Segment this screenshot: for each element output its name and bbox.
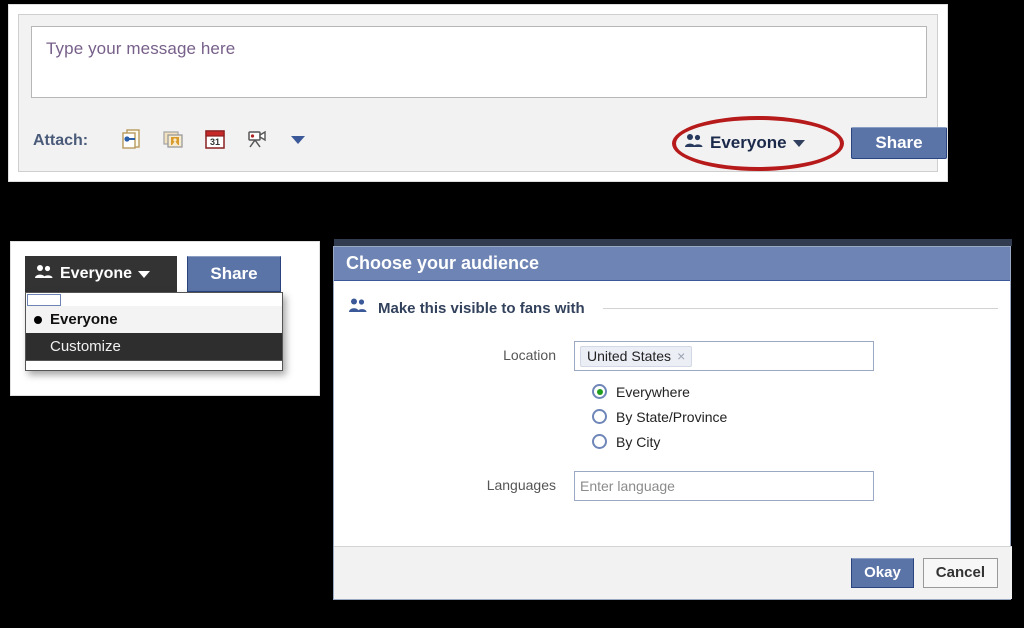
photo-icon[interactable] <box>161 127 185 151</box>
languages-input[interactable]: Enter language <box>574 471 874 501</box>
radio-label: By State/Province <box>616 408 728 425</box>
radio-everywhere[interactable]: Everywhere <box>592 379 727 404</box>
radio-icon <box>592 384 607 399</box>
location-scope-radio-group: Everywhere By State/Province By City <box>592 379 727 454</box>
link-icon[interactable] <box>119 127 143 151</box>
section-header: Make this visible to fans with <box>348 297 998 320</box>
dialog-body: Make this visible to fans with Location … <box>334 281 1010 546</box>
radio-icon <box>592 434 607 449</box>
menu-item-label: Customize <box>50 338 121 355</box>
radio-label: Everywhere <box>616 383 690 400</box>
section-header-label: Make this visible to fans with <box>378 300 585 317</box>
radio-by-city[interactable]: By City <box>592 429 727 454</box>
choose-audience-dialog: Choose your audience Make this visible t… <box>333 239 1012 600</box>
audience-selector-open[interactable]: Everyone <box>25 256 177 292</box>
menu-focus-indicator <box>27 294 61 306</box>
radio-icon <box>592 409 607 424</box>
close-icon[interactable]: × <box>677 348 685 364</box>
message-placeholder: Type your message here <box>46 39 236 58</box>
dialog-background-strip <box>334 239 1012 246</box>
radio-label: By City <box>616 433 661 450</box>
dialog-title: Choose your audience <box>346 253 540 273</box>
chevron-down-icon <box>792 139 805 147</box>
menu-item-everyone[interactable]: Everyone <box>26 306 282 333</box>
audience-label: Everyone <box>60 265 133 282</box>
people-icon <box>684 133 704 154</box>
composer-inner: Type your message here Attach: 31 Everyo… <box>18 14 947 172</box>
location-field-row: Location United States × <box>394 341 874 371</box>
dialog-footer: Okay Cancel <box>334 546 1012 599</box>
menu-item-customize[interactable]: Customize <box>26 333 282 360</box>
radio-by-state-province[interactable]: By State/Province <box>592 404 727 429</box>
location-input[interactable]: United States × <box>574 341 874 371</box>
video-icon[interactable] <box>245 127 269 151</box>
menu-item-label: Everyone <box>50 311 118 328</box>
chevron-down-icon <box>138 270 151 278</box>
location-token[interactable]: United States × <box>580 345 693 367</box>
calendar-icon[interactable]: 31 <box>203 127 227 151</box>
share-button[interactable]: Share <box>851 127 947 159</box>
section-divider <box>602 308 998 309</box>
audience-label: Everyone <box>710 133 787 152</box>
cancel-button[interactable]: Cancel <box>922 558 998 588</box>
calendar-day: 31 <box>210 137 220 147</box>
audience-dropdown-panel: Everyone Share Everyone Customize <box>10 241 320 396</box>
languages-label: Languages <box>486 477 556 493</box>
audience-menu: Everyone Customize <box>25 292 283 371</box>
chevron-down-icon[interactable] <box>291 136 305 144</box>
menu-bottom-strip <box>26 360 282 370</box>
people-icon <box>34 264 54 285</box>
composer-panel: Type your message here Attach: 31 Everyo… <box>8 4 948 182</box>
languages-field-row: Languages Enter language <box>394 471 874 501</box>
location-label: Location <box>503 347 556 363</box>
location-token-label: United States <box>587 347 672 364</box>
languages-placeholder: Enter language <box>580 478 675 494</box>
share-button[interactable]: Share <box>187 256 281 292</box>
okay-button[interactable]: Okay <box>851 558 914 588</box>
audience-selector[interactable]: Everyone <box>684 128 805 158</box>
message-input[interactable]: Type your message here <box>31 26 927 98</box>
selected-bullet-icon <box>34 315 42 324</box>
dialog-titlebar: Choose your audience <box>334 247 1010 281</box>
people-icon <box>348 297 368 320</box>
attach-label: Attach: <box>33 132 89 149</box>
